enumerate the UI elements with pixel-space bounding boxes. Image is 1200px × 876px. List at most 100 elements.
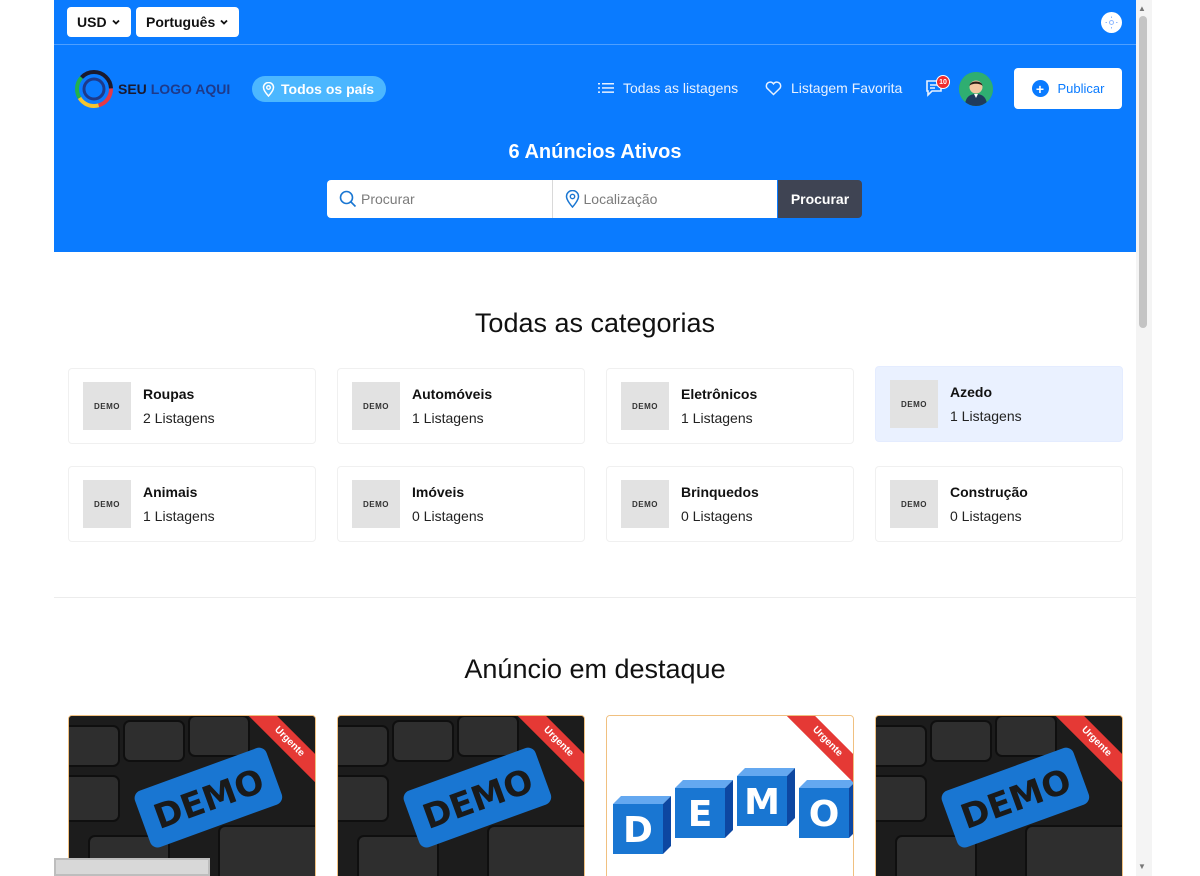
location-input[interactable]: Localização xyxy=(551,180,778,218)
cube-letter: D xyxy=(623,810,653,851)
category-count: 1 Listagens xyxy=(950,408,1022,424)
thumbnail-text: DEMO xyxy=(901,499,927,509)
top-bar: USD Português xyxy=(54,0,1136,45)
category-count: 0 Listagens xyxy=(681,508,753,524)
category-thumbnail: DEMO xyxy=(890,480,938,528)
thumbnail-text: DEMO xyxy=(94,401,120,411)
category-thumbnail: DEMO xyxy=(83,480,131,528)
category-count: 1 Listagens xyxy=(143,508,215,524)
nav-favorites[interactable]: Listagem Favorita xyxy=(765,80,902,96)
scroll-up-arrow-icon[interactable]: ▲ xyxy=(1138,4,1146,13)
chevron-down-icon xyxy=(220,19,228,25)
theme-toggle-button[interactable] xyxy=(1101,12,1122,33)
category-card[interactable]: DEMO Roupas 2 Listagens xyxy=(68,368,316,444)
logo-text-part2: LOGO AQUI xyxy=(150,81,231,97)
category-name: Imóveis xyxy=(412,484,465,500)
thumbnail-text: DEMO xyxy=(632,499,658,509)
category-thumbnail: DEMO xyxy=(352,480,400,528)
cube-side-face xyxy=(787,768,795,826)
cube-top-face xyxy=(737,768,795,776)
featured-listing-card[interactable]: DEMO Urgente xyxy=(68,715,316,876)
category-card[interactable]: DEMO Construção 0 Listagens xyxy=(875,466,1123,542)
category-card-active[interactable]: DEMO Azedo 1 Listagens xyxy=(875,366,1123,442)
search-input[interactable]: Procurar xyxy=(327,180,552,218)
chevron-down-icon xyxy=(111,19,120,25)
language-select[interactable]: Português xyxy=(136,7,240,37)
thumbnail-text: DEMO xyxy=(363,401,389,411)
cube-letter: O xyxy=(809,794,840,835)
category-name: Brinquedos xyxy=(681,484,759,500)
featured-listing-card[interactable]: DEMO Urgente xyxy=(875,715,1123,876)
scroll-down-arrow-icon[interactable]: ▼ xyxy=(1138,862,1146,871)
user-avatar-icon xyxy=(959,72,993,106)
thumbnail-text: DEMO xyxy=(632,401,658,411)
nav-all-listings[interactable]: Todas as listagens xyxy=(598,80,738,96)
featured-heading: Anúncio em destaque xyxy=(464,654,726,684)
map-pin-icon xyxy=(262,81,275,97)
category-count: 2 Listagens xyxy=(143,410,215,426)
cube-letter: E xyxy=(688,794,713,835)
category-card[interactable]: DEMO Imóveis 0 Listagens xyxy=(337,466,585,542)
thumbnail-text: DEMO xyxy=(94,499,120,509)
cube-side-face xyxy=(663,796,671,854)
chat-notification-badge: 10 xyxy=(936,75,950,89)
category-count: 0 Listagens xyxy=(412,508,484,524)
plus-circle-icon: + xyxy=(1031,80,1049,97)
category-card[interactable]: DEMO Eletrônicos 1 Listagens xyxy=(606,368,854,444)
featured-listing-card[interactable]: DEMO Urgente xyxy=(337,715,585,876)
section-divider xyxy=(54,597,1136,598)
search-icon xyxy=(339,190,357,208)
currency-select[interactable]: USD xyxy=(67,7,131,37)
heart-icon xyxy=(765,80,782,96)
bottom-overlay-bar xyxy=(54,858,210,876)
publish-label: Publicar xyxy=(1057,81,1105,96)
category-card[interactable]: DEMO Brinquedos 0 Listagens xyxy=(606,466,854,542)
chat-button[interactable]: 10 xyxy=(924,75,950,100)
hero-banner: USD Português SEU LOGO AQUI Todos os paí… xyxy=(54,0,1136,252)
search-button[interactable]: Procurar xyxy=(778,180,862,218)
nav-all-listings-label: Todas as listagens xyxy=(623,80,739,96)
cube-letter: M xyxy=(744,782,780,823)
search-placeholder: Procurar xyxy=(361,191,415,207)
map-pin-icon xyxy=(565,190,579,208)
country-filter-label: Todos os país xyxy=(281,81,375,97)
list-icon xyxy=(598,83,614,93)
category-thumbnail: DEMO xyxy=(890,380,938,428)
category-count: 0 Listagens xyxy=(950,508,1022,524)
scrollbar-thumb[interactable] xyxy=(1139,16,1147,328)
cube-top-face xyxy=(675,780,733,788)
thumbnail-text: DEMO xyxy=(901,399,927,409)
category-name: Azedo xyxy=(950,384,992,400)
category-card[interactable]: DEMO Animais 1 Listagens xyxy=(68,466,316,542)
publish-button[interactable]: + Publicar xyxy=(1014,68,1122,109)
cube-top-face xyxy=(799,780,853,788)
category-thumbnail: DEMO xyxy=(83,382,131,430)
category-name: Animais xyxy=(143,484,198,500)
category-thumbnail: DEMO xyxy=(621,480,669,528)
category-name: Construção xyxy=(950,484,1028,500)
cube-top-face xyxy=(613,796,671,804)
category-count: 1 Listagens xyxy=(681,410,753,426)
category-count: 1 Listagens xyxy=(412,410,484,426)
page: USD Português SEU LOGO AQUI Todos os paí… xyxy=(0,0,1200,876)
logo-text: SEU LOGO AQUI xyxy=(118,81,230,97)
active-listings-heading: 6 Anúncios Ativos xyxy=(508,141,682,163)
cube-side-face xyxy=(725,780,733,838)
nav-favorites-label: Listagem Favorita xyxy=(791,80,903,96)
logo-swirl-icon xyxy=(75,70,113,108)
categories-heading: Todas as categorias xyxy=(474,308,716,338)
language-label: Português xyxy=(146,14,216,30)
category-thumbnail: DEMO xyxy=(621,382,669,430)
cube-side-face xyxy=(849,784,853,838)
search-bar: Procurar Localização xyxy=(327,180,777,218)
thumbnail-text: DEMO xyxy=(363,499,389,509)
featured-listing-card[interactable]: DEMO Urgente xyxy=(606,715,854,876)
category-name: Automóveis xyxy=(412,386,493,402)
user-avatar[interactable] xyxy=(959,72,993,106)
location-placeholder: Localização xyxy=(583,191,658,207)
country-filter-button[interactable]: Todos os país xyxy=(252,76,387,102)
category-thumbnail: DEMO xyxy=(352,382,400,430)
category-card[interactable]: DEMO Automóveis 1 Listagens xyxy=(337,368,585,444)
category-name: Roupas xyxy=(143,386,195,402)
site-logo[interactable]: SEU LOGO AQUI xyxy=(72,68,230,110)
